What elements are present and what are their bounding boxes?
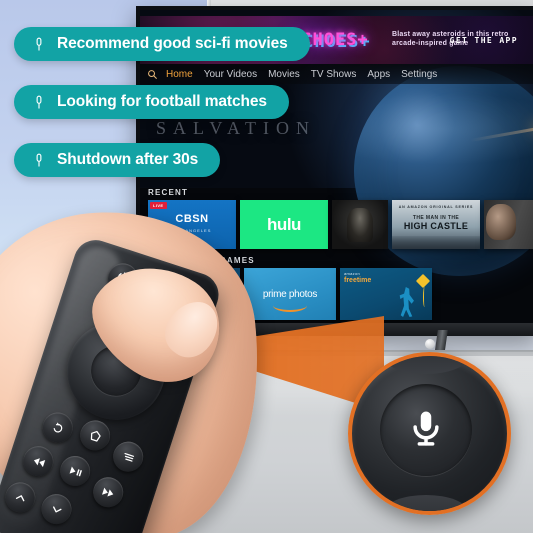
voice-bubble-2[interactable]: Looking for football matches bbox=[14, 85, 289, 119]
tile-got[interactable] bbox=[332, 200, 388, 249]
tv-navbar: Home Your Videos Movies TV Shows Apps Se… bbox=[140, 64, 533, 84]
tile-high-castle[interactable]: AN AMAZON ORIGINAL SERIES THE MAN IN THE… bbox=[392, 200, 480, 249]
voice-bubble-3-text: Shutdown after 30s bbox=[57, 151, 199, 168]
fast-forward-button[interactable] bbox=[89, 473, 128, 512]
nav-item-apps[interactable]: Apps bbox=[367, 69, 390, 80]
amazon-smile-icon bbox=[273, 299, 307, 312]
microphone-icon bbox=[31, 93, 47, 112]
search-icon[interactable] bbox=[147, 69, 158, 80]
play-pause-button[interactable] bbox=[56, 452, 95, 490]
poster-face-graphic bbox=[486, 204, 516, 240]
tv-stand-joint bbox=[425, 339, 435, 349]
microphone-icon bbox=[31, 151, 47, 170]
nav-item-home[interactable]: Home bbox=[166, 69, 193, 80]
magnified-mic-button bbox=[348, 352, 511, 515]
skyline-graphic bbox=[392, 236, 480, 249]
tile-amazon-freetime[interactable]: amazon freetime bbox=[340, 268, 432, 320]
tile-prime-photos-title: prime photos bbox=[262, 288, 318, 300]
get-the-app-button[interactable]: GET THE APP bbox=[450, 36, 518, 45]
hero-title: SALVATION bbox=[156, 118, 317, 138]
tile-hulu[interactable]: hulu bbox=[240, 200, 328, 249]
nav-item-settings[interactable]: Settings bbox=[401, 69, 437, 80]
tile-high-castle-line3: HIGH CASTLE bbox=[403, 221, 469, 231]
tile-hulu-title: hulu bbox=[267, 214, 301, 234]
menu-button[interactable] bbox=[109, 437, 148, 476]
microphone-icon bbox=[31, 35, 47, 54]
voice-bubble-3[interactable]: Shutdown after 30s bbox=[14, 143, 221, 177]
nav-item-movies[interactable]: Movies bbox=[268, 69, 300, 80]
kite-tail-graphic bbox=[423, 287, 426, 307]
screenshot-stage: SALVATION ECHOES+ Blast away asteroids i… bbox=[0, 0, 533, 533]
tile-cbsn-title: CBSN bbox=[175, 212, 209, 225]
tile-prime-photos[interactable]: prime photos bbox=[244, 268, 336, 320]
nav-item-tv-shows[interactable]: TV Shows bbox=[311, 69, 357, 80]
home-button[interactable] bbox=[76, 416, 115, 455]
magnifier-top-shadow bbox=[384, 356, 468, 374]
poster-figure-graphic bbox=[347, 208, 373, 243]
tile-high-castle-line1: AN AMAZON ORIGINAL SERIES bbox=[398, 205, 474, 209]
row-label-recent: RECENT bbox=[148, 188, 189, 197]
tile-freetime-title: freetime bbox=[344, 277, 372, 284]
nav-item-your-videos[interactable]: Your Videos bbox=[204, 69, 257, 80]
microphone-icon bbox=[405, 407, 447, 454]
kite-icon bbox=[415, 273, 431, 289]
child-silhouette-graphic bbox=[399, 287, 414, 317]
voice-bubble-1[interactable]: Recommend good sci-fi movies bbox=[14, 27, 310, 61]
voice-bubble-2-text: Looking for football matches bbox=[57, 93, 267, 110]
tile-ballers[interactable]: ballers bbox=[484, 200, 533, 249]
magnified-button-ring bbox=[380, 384, 472, 476]
voice-bubble-1-text: Recommend good sci-fi movies bbox=[57, 35, 288, 52]
tile-freetime-brand: amazon bbox=[344, 271, 361, 276]
